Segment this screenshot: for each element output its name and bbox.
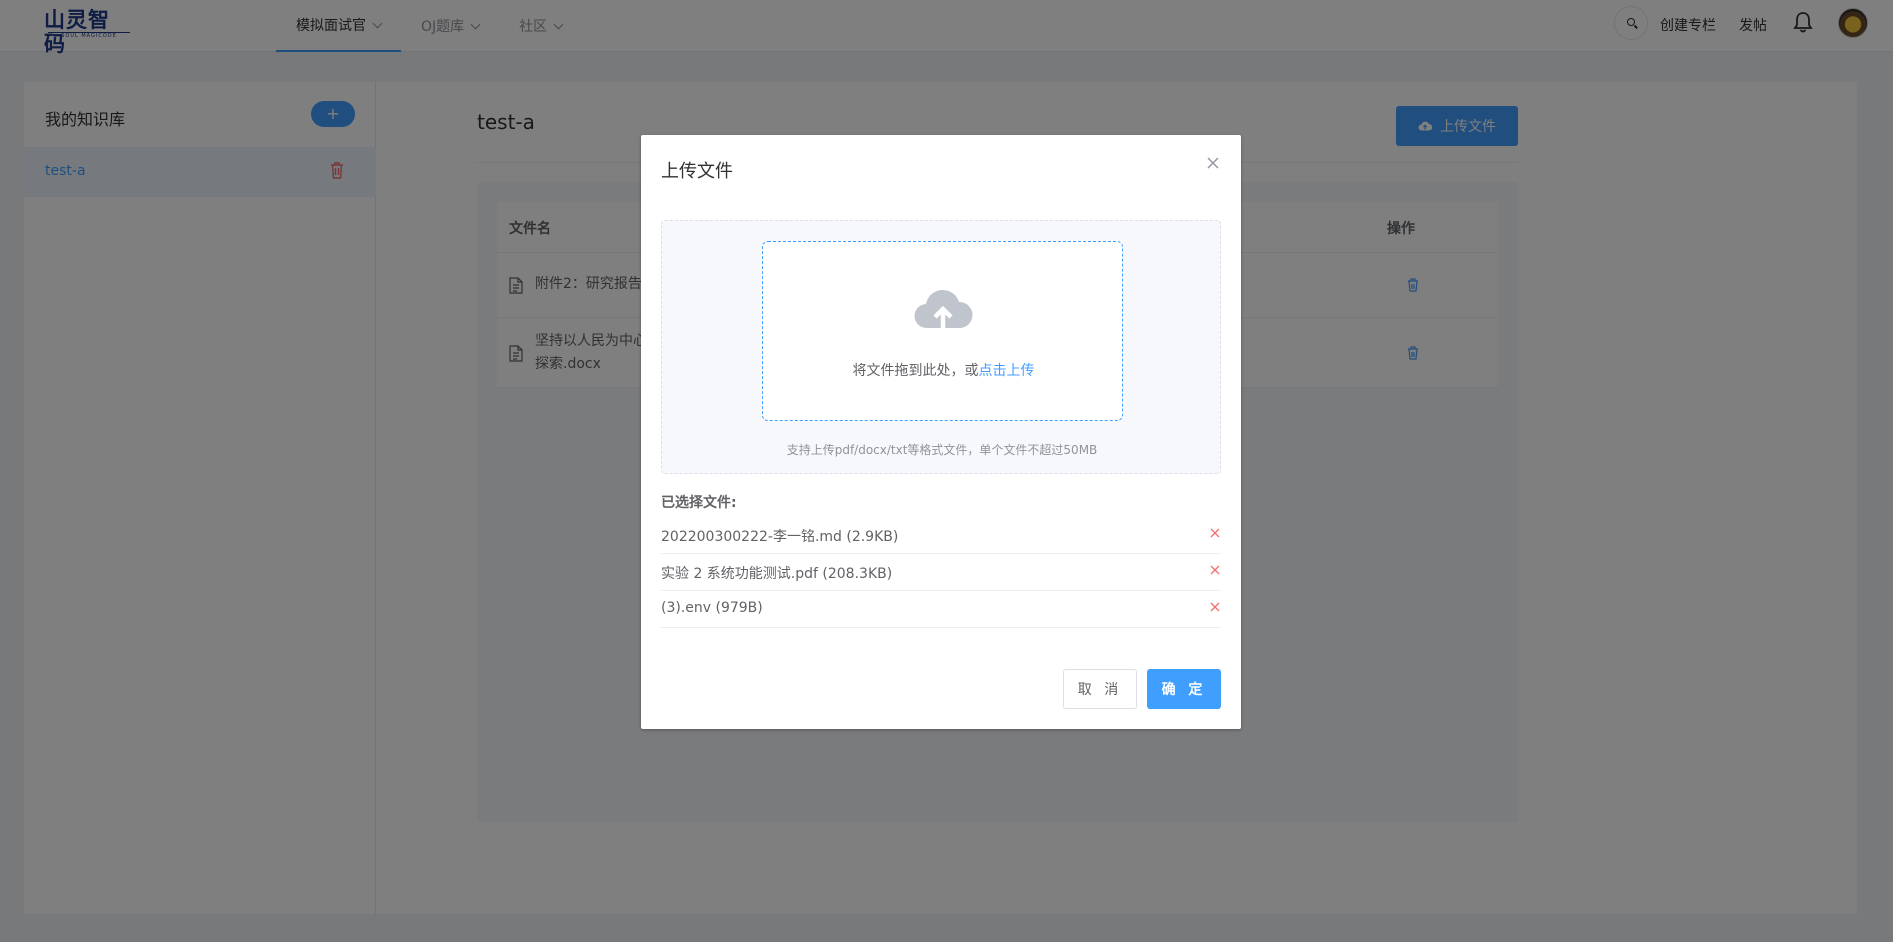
list-item: 实验 2 系统功能测试.pdf (208.3KB) [661, 554, 1221, 591]
remove-icon[interactable] [1209, 564, 1221, 576]
upload-dialog: 上传文件 将文件拖到此处，或点击上传 支持上传pdf/docx/txt等格式文件… [641, 135, 1241, 729]
click-upload-link[interactable]: 点击上传 [979, 363, 1035, 379]
selected-file-name: 实验 2 系统功能测试.pdf (208.3KB) [661, 566, 893, 582]
selected-files-label: 已选择文件: [661, 495, 737, 511]
confirm-button[interactable]: 确 定 [1147, 669, 1221, 709]
drop-instruction: 将文件拖到此处，或点击上传 [763, 360, 1124, 380]
remove-icon[interactable] [1209, 601, 1221, 613]
close-icon[interactable] [1205, 155, 1221, 171]
dialog-title: 上传文件 [661, 161, 733, 182]
remove-icon[interactable] [1209, 527, 1221, 539]
cancel-button[interactable]: 取 消 [1063, 669, 1137, 709]
selected-file-name: (3).env (979B) [661, 600, 763, 616]
drop-zone[interactable]: 将文件拖到此处，或点击上传 [762, 241, 1123, 421]
list-item: (3).env (979B) [661, 591, 1221, 628]
cloud-upload-icon [914, 289, 973, 329]
selected-file-name: 202200300222-李一铭.md (2.9KB) [661, 529, 899, 545]
drop-text: 将文件拖到此处，或 [852, 363, 979, 379]
upload-tip: 支持上传pdf/docx/txt等格式文件，单个文件不超过50MB [786, 443, 1098, 457]
upload-area: 将文件拖到此处，或点击上传 支持上传pdf/docx/txt等格式文件，单个文件… [661, 220, 1221, 474]
list-item: 202200300222-李一铭.md (2.9KB) [661, 517, 1221, 554]
